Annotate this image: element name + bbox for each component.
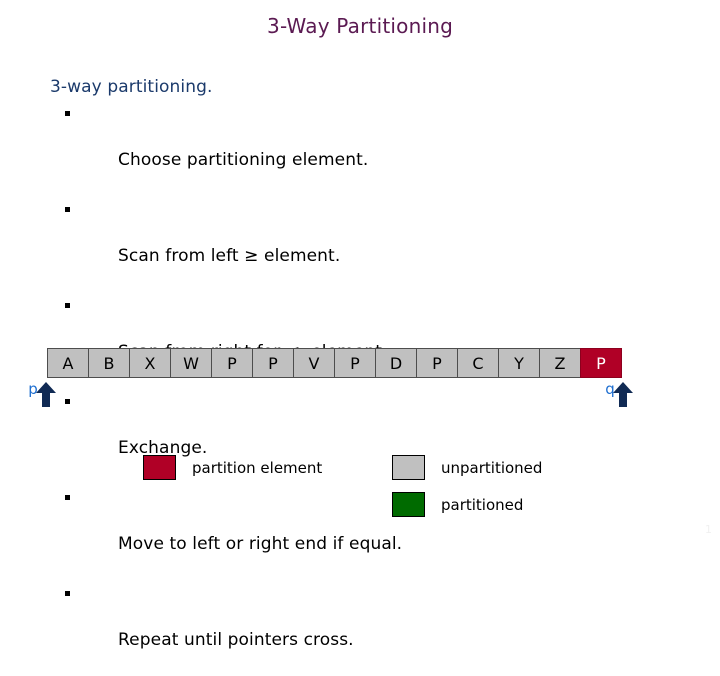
array-cell-value: A — [62, 353, 74, 373]
section-heading: 3-way partitioning. — [50, 77, 213, 97]
array-cell: Z — [539, 348, 581, 378]
legend-item-partition-element: partition element — [143, 455, 322, 480]
array-cell-value: Y — [514, 353, 524, 373]
pointer-q: q — [597, 381, 633, 407]
list-item: Repeat until pointers cross. — [50, 580, 670, 676]
array-cell-value: P — [350, 353, 360, 373]
square-bullet-icon — [65, 303, 70, 308]
array-cell: A — [47, 348, 89, 378]
legend-label: partition element — [192, 458, 323, 477]
array-cell-value: W — [183, 353, 199, 373]
square-bullet-icon — [65, 399, 70, 404]
page-number: 1 — [705, 523, 712, 536]
array-cell: V — [293, 348, 335, 378]
array-cell: P — [211, 348, 253, 378]
list-item: Move to left or right end if equal. — [50, 484, 670, 580]
array-cell: P — [252, 348, 294, 378]
list-item: Choose partitioning element. — [50, 100, 670, 196]
array-cell-value: V — [308, 353, 320, 373]
square-bullet-icon — [65, 207, 70, 212]
list-item-label: Move to left or right end if equal. — [118, 534, 403, 554]
page-title: 3-Way Partitioning — [267, 14, 453, 38]
array-cell-value: P — [268, 353, 278, 373]
array-cell-value: P — [227, 353, 237, 373]
list-item-label: Repeat until pointers cross. — [118, 630, 354, 650]
legend-swatch-partition-element — [143, 455, 176, 480]
legend-item-unpartitioned: unpartitioned — [392, 455, 542, 480]
array-cell-value: P — [596, 353, 606, 373]
list-item-label: Choose partitioning element. — [118, 150, 369, 170]
bullet-list: Choose partitioning element. Scan from l… — [50, 100, 670, 676]
array-cell-value: P — [432, 353, 442, 373]
array-diagram: A B X W P P V P D P C Y Z P — [47, 348, 622, 378]
array-cell: B — [88, 348, 130, 378]
array-cell-value: Z — [554, 353, 566, 373]
pointer-p: p — [20, 381, 56, 407]
array-cell-pivot: P — [580, 348, 622, 378]
array-cell-value: B — [103, 353, 115, 373]
legend-item-partitioned: partitioned — [392, 492, 523, 517]
legend-swatch-unpartitioned — [392, 455, 425, 480]
array-cell: C — [457, 348, 499, 378]
array-cell: P — [334, 348, 376, 378]
square-bullet-icon — [65, 495, 70, 500]
square-bullet-icon — [65, 111, 70, 116]
array-cell-value: D — [389, 353, 403, 373]
legend-swatch-partitioned — [392, 492, 425, 517]
array-cell-value: X — [144, 353, 156, 373]
array-cell: P — [416, 348, 458, 378]
array-cell: Y — [498, 348, 540, 378]
array-cell: D — [375, 348, 417, 378]
array-cell-value: C — [472, 353, 484, 373]
array-cell: X — [129, 348, 171, 378]
list-item: Scan from left ≥ element. — [50, 196, 670, 292]
legend-label: unpartitioned — [441, 458, 543, 477]
legend-label: partitioned — [441, 495, 524, 514]
array-cell: W — [170, 348, 212, 378]
list-item-label: Scan from left ≥ element. — [118, 246, 341, 266]
square-bullet-icon — [65, 591, 70, 596]
